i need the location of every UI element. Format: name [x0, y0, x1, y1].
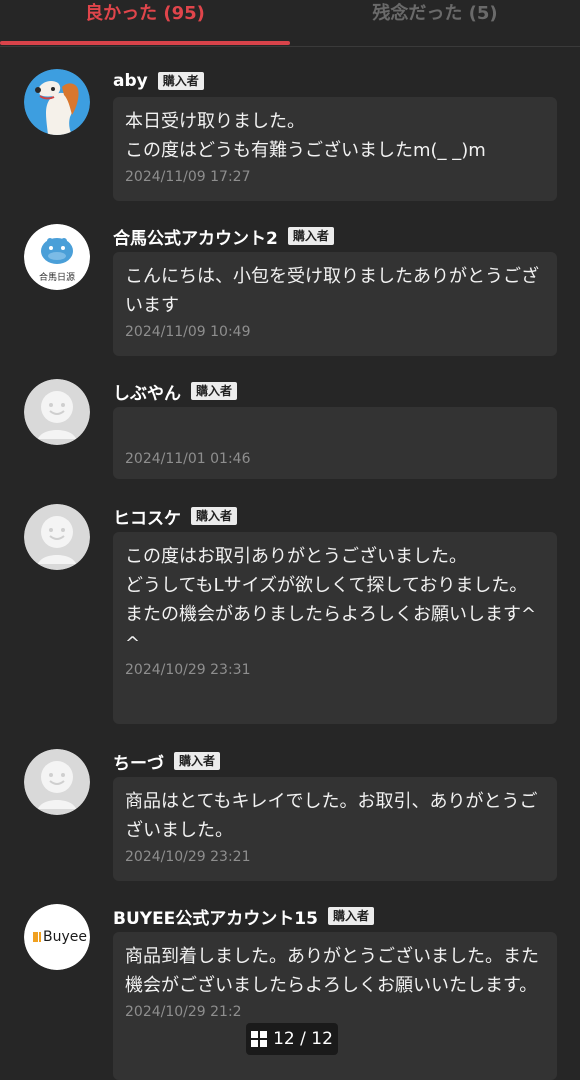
- review-date: 2024/10/29 23:31: [125, 662, 251, 678]
- review-date: 2024/10/29 21:2: [125, 1004, 242, 1020]
- review-bubble: こんにちは、小包を受け取りましたありがとうございます 2024/11/09 10…: [113, 252, 557, 356]
- review-bubble: この度はお取引ありがとうございました。 どうしてもLサイズが欲しくて探しておりま…: [113, 532, 557, 724]
- review-date: 2024/11/09 10:49: [125, 324, 251, 340]
- review-message: 商品はとてもキレイでした。お取引、ありがとうございました。: [125, 791, 538, 841]
- buyer-badge: 購入者: [191, 507, 238, 525]
- review-message: この度はお取引ありがとうございました。 どうしてもLサイズが欲しくて探しておりま…: [125, 546, 537, 654]
- username-row: ヒコスケ 購入者: [113, 504, 238, 529]
- user-avatar[interactable]: Buyee: [24, 904, 90, 970]
- active-tab-indicator: [0, 41, 290, 45]
- username[interactable]: しぶやん: [113, 379, 181, 404]
- review-tabs: 良かった (95) 残念だった (5): [0, 0, 580, 47]
- default-face-icon: [24, 504, 90, 570]
- tab-bad[interactable]: 残念だった (5): [290, 0, 580, 30]
- username-row: BUYEE公式アカウント15 購入者: [113, 904, 374, 929]
- user-avatar[interactable]: [24, 749, 90, 815]
- review-message: こんにちは、小包を受け取りましたありがとうございます: [125, 266, 539, 316]
- username-row: aby 購入者: [113, 69, 204, 93]
- page-count: 12 / 12: [273, 1029, 333, 1049]
- username[interactable]: aby: [113, 71, 148, 91]
- dog-icon: [24, 69, 90, 135]
- default-face-icon: [24, 379, 90, 445]
- tab-good[interactable]: 良かった (95): [0, 0, 290, 30]
- username[interactable]: ちーづ: [113, 749, 164, 774]
- username-row: 合馬公式アカウント2 購入者: [113, 224, 334, 249]
- user-avatar[interactable]: 合馬日源: [24, 224, 90, 290]
- buyer-badge: 購入者: [191, 382, 238, 400]
- username[interactable]: ヒコスケ: [113, 504, 181, 529]
- user-avatar[interactable]: [24, 504, 90, 570]
- review-message: 商品到着しました。ありがとうございました。また機会がございましたらよろしくお願い…: [125, 946, 539, 996]
- avatar-logo-text: 合馬日源: [38, 273, 75, 283]
- avatar-logo-text: Buyee: [43, 929, 87, 945]
- review-bubble: 本日受け取りました。 この度はどうも有難うございましたm(_ _)m 2024/…: [113, 97, 557, 201]
- review-bubble: 2024/11/01 01:46: [113, 407, 557, 479]
- review-date: 2024/11/01 01:46: [125, 451, 251, 467]
- username[interactable]: 合馬公式アカウント2: [113, 224, 278, 249]
- review-bubble: 商品はとてもキレイでした。お取引、ありがとうございました。 2024/10/29…: [113, 777, 557, 881]
- buyer-badge: 購入者: [327, 907, 374, 925]
- username-row: ちーづ 購入者: [113, 749, 221, 774]
- username[interactable]: BUYEE公式アカウント15: [113, 904, 318, 929]
- grid-icon: [251, 1031, 268, 1047]
- buyer-badge: 購入者: [174, 752, 221, 770]
- user-avatar[interactable]: [24, 379, 90, 445]
- review-message: 本日受け取りました。 この度はどうも有難うございましたm(_ _)m: [125, 111, 486, 161]
- page-indicator[interactable]: 12 / 12: [246, 1023, 338, 1055]
- buyer-badge: 購入者: [287, 227, 334, 245]
- review-bubble: 商品到着しました。ありがとうございました。また機会がございましたらよろしくお願い…: [113, 932, 557, 1080]
- review-date: 2024/11/09 17:27: [125, 169, 251, 185]
- default-face-icon: [24, 749, 90, 815]
- username-row: しぶやん 購入者: [113, 379, 238, 404]
- review-date: 2024/10/29 23:21: [125, 849, 251, 865]
- buyer-badge: 購入者: [157, 72, 204, 90]
- user-avatar[interactable]: [24, 69, 90, 135]
